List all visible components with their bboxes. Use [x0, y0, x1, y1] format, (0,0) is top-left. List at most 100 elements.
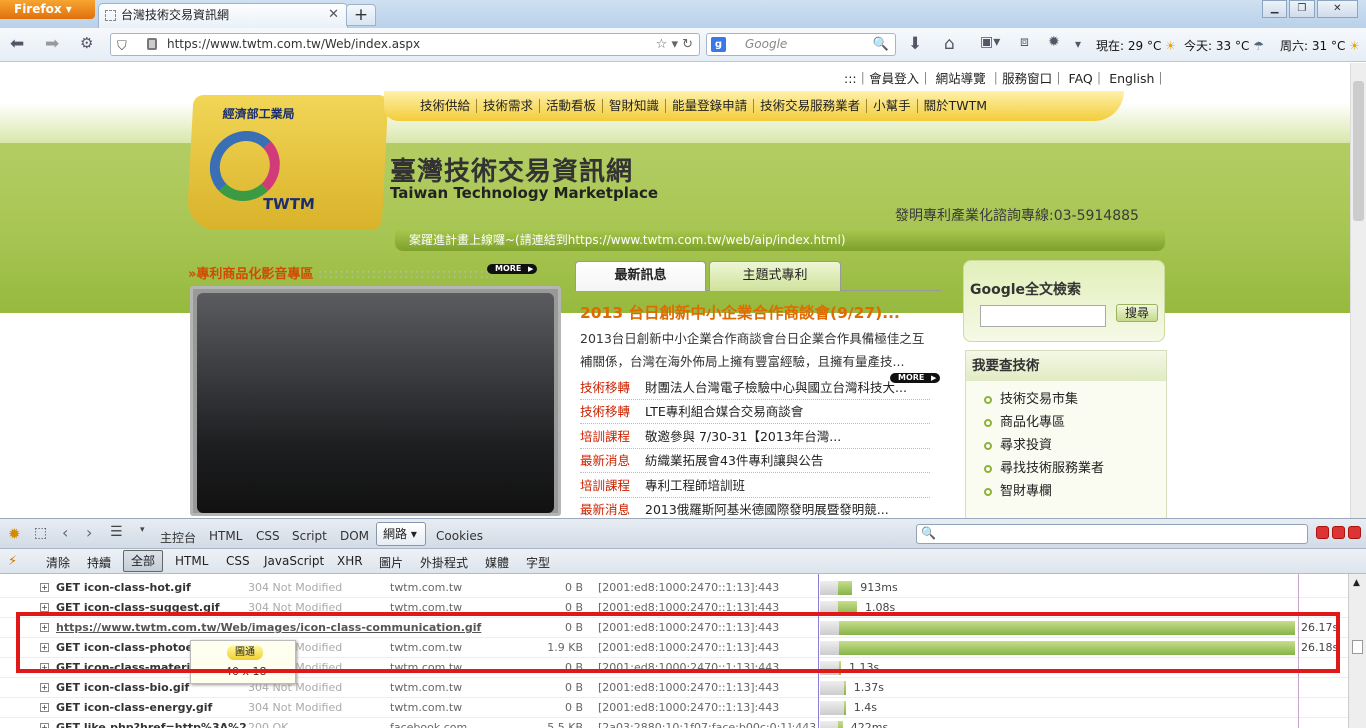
- google-search-button[interactable]: 搜尋: [1116, 304, 1158, 322]
- screenshot-icon[interactable]: ⧈: [1020, 34, 1029, 50]
- find-tech-item[interactable]: 商品化專區: [984, 411, 1065, 430]
- news-item[interactable]: 培訓課程 敬邀參與 7/30-31【2013年台灣...: [580, 425, 930, 449]
- find-tech-item[interactable]: 智財專欄: [984, 480, 1052, 499]
- menu-item[interactable]: 智財知識: [603, 99, 667, 113]
- filter-media[interactable]: 媒體: [485, 554, 509, 571]
- search-magnifier-icon[interactable]: 🔍: [873, 34, 889, 55]
- menu-item[interactable]: 技術交易服務業者: [754, 99, 868, 113]
- expand-row-icon[interactable]: +: [40, 683, 49, 692]
- net-request-row[interactable]: + GET icon-class-hot.gif 304 Not Modified t…: [0, 578, 1348, 598]
- request-url[interactable]: GET icon-class-energy.gif: [56, 698, 212, 718]
- news-item[interactable]: 技術移轉 財團法人台灣電子檢驗中心與國立台灣科技大...: [580, 376, 930, 400]
- firebug-close-button[interactable]: [1348, 526, 1361, 539]
- firebug-detach-button[interactable]: [1332, 526, 1345, 539]
- filter-persist[interactable]: 持續: [87, 554, 111, 571]
- filter-css[interactable]: CSS: [226, 554, 250, 568]
- shield-icon[interactable]: ⛉: [117, 36, 127, 57]
- weather-saturday[interactable]: 周六: 31 °C ☀: [1280, 37, 1360, 54]
- forward-arrow-icon[interactable]: ➡: [45, 34, 59, 54]
- net-request-row[interactable]: + GET like.php?href=http%3A%2 200 OK facebo…: [0, 718, 1348, 728]
- xhr-icon[interactable]: ⚡: [8, 554, 17, 569]
- filter-javascript[interactable]: JavaScript: [264, 554, 324, 568]
- menu-item[interactable]: 活動看板: [540, 99, 604, 113]
- panel-script[interactable]: Script: [292, 529, 327, 543]
- firebug-bug-icon[interactable]: ✹: [8, 525, 21, 543]
- browser-tab[interactable]: 台灣技術交易資訊網 ✕: [98, 3, 348, 29]
- panel-net[interactable]: 網路 ▾: [376, 522, 426, 546]
- back-arrow-icon[interactable]: ⬅: [10, 34, 24, 54]
- minimize-button[interactable]: ▁: [1262, 0, 1288, 18]
- net-scrollbar[interactable]: ▲: [1348, 574, 1366, 728]
- addon-dropdown-icon[interactable]: ▾: [1075, 37, 1081, 51]
- marquee-notice[interactable]: 案躍進計畫上線囉~(請連結到https://www.twtm.com.tw/we…: [395, 230, 1165, 251]
- url-bar[interactable]: ⛉ https://www.twtm.com.tw/Web/index.aspx…: [110, 33, 700, 56]
- filter-html[interactable]: HTML: [175, 554, 208, 568]
- expand-row-icon[interactable]: +: [40, 703, 49, 712]
- filter-fonts[interactable]: 字型: [526, 554, 550, 571]
- search-bar[interactable]: g Google 🔍: [706, 33, 896, 56]
- page-scrollbar[interactable]: [1350, 63, 1366, 518]
- top-links[interactable]: :::｜會員登入｜ 網站導覽 ｜服務窗口｜ FAQ｜ English｜: [844, 68, 1167, 87]
- request-url[interactable]: GET icon-class-bio.gif: [56, 678, 189, 698]
- firebug-search-input[interactable]: 🔍: [916, 524, 1308, 544]
- panel-forward-icon[interactable]: ›: [86, 523, 92, 542]
- filter-all[interactable]: 全部: [123, 550, 163, 572]
- weather-now[interactable]: 現在: 29 °C ☀: [1096, 37, 1176, 54]
- twtm-logo[interactable]: 經濟部工業局 TWTM: [186, 95, 389, 230]
- weather-today[interactable]: 今天: 33 °C ☂: [1184, 37, 1264, 54]
- menu-item[interactable]: 小幫手: [867, 99, 918, 113]
- bookmarks-icon[interactable]: ▣▾: [980, 34, 1000, 50]
- bookmark-star-reload-icon[interactable]: ☆ ▾ ↻: [656, 34, 693, 55]
- expand-row-icon[interactable]: +: [40, 603, 49, 612]
- scroll-thumb[interactable]: [1352, 640, 1363, 654]
- net-request-row[interactable]: + GET icon-class-energy.gif 304 Not Modifi…: [0, 698, 1348, 718]
- panel-menu-dropdown-icon[interactable]: ▾: [140, 525, 145, 535]
- find-tech-item[interactable]: 尋求投資: [984, 434, 1052, 453]
- panel-dom[interactable]: DOM: [340, 529, 369, 543]
- panel-cookies[interactable]: Cookies: [436, 529, 483, 543]
- download-icon[interactable]: ⬇: [908, 34, 922, 54]
- maximize-button[interactable]: ❐: [1289, 0, 1315, 18]
- close-tab-icon[interactable]: ✕: [328, 4, 339, 26]
- request-url[interactable]: GET icon-class-hot.gif: [56, 578, 191, 598]
- news-item[interactable]: 最新消息 紡織業拓展會43件專利讓與公告: [580, 449, 930, 473]
- menu-item[interactable]: 能量登錄申請: [666, 99, 755, 113]
- find-tech-item[interactable]: 尋找技術服務業者: [984, 457, 1104, 476]
- expand-row-icon[interactable]: +: [40, 583, 49, 592]
- news-item[interactable]: 培訓課程 專利工程師培訓班: [580, 474, 930, 498]
- news-more-button[interactable]: MORE: [890, 373, 941, 383]
- panel-console[interactable]: 主控台: [160, 529, 196, 546]
- google-engine-icon[interactable]: g: [711, 37, 726, 52]
- panel-css[interactable]: CSS: [256, 529, 280, 543]
- firebug-minimize-button[interactable]: [1316, 526, 1329, 539]
- filter-clear[interactable]: 清除: [46, 554, 70, 571]
- scroll-up-icon[interactable]: ▲: [1353, 578, 1360, 588]
- home-icon[interactable]: ⌂: [944, 34, 955, 54]
- request-url[interactable]: GET like.php?href=http%3A%2: [56, 718, 247, 728]
- firefox-menu-button[interactable]: Firefox ▾: [0, 0, 95, 19]
- find-tech-item[interactable]: 技術交易市集: [984, 388, 1078, 407]
- tab-topic-patents[interactable]: 主題式專利: [709, 261, 841, 291]
- filter-images[interactable]: 圖片: [379, 554, 403, 571]
- filter-plugins[interactable]: 外掛程式: [420, 554, 468, 571]
- new-tab-button[interactable]: +: [346, 4, 376, 26]
- panel-html[interactable]: HTML: [209, 529, 242, 543]
- panel-list-icon[interactable]: ☰: [110, 524, 123, 540]
- google-search-input[interactable]: [980, 305, 1106, 327]
- news-item[interactable]: 最新消息 2013俄羅斯阿基米德國際發明展暨發明競...: [580, 498, 930, 518]
- news-item[interactable]: 技術移轉 LTE專利組合媒合交易商談會: [580, 400, 930, 424]
- expand-row-icon[interactable]: +: [40, 723, 49, 728]
- menu-item[interactable]: 技術供給: [414, 99, 478, 113]
- video-more-button[interactable]: MORE: [487, 264, 538, 274]
- panel-back-icon[interactable]: ‹: [62, 523, 68, 542]
- firebug-icon[interactable]: ✹: [1048, 34, 1060, 50]
- menu-item[interactable]: 技術需求: [477, 99, 541, 113]
- filter-xhr[interactable]: XHR: [337, 554, 363, 568]
- tab-latest-news[interactable]: 最新訊息: [575, 261, 706, 291]
- video-player[interactable]: [190, 286, 561, 516]
- close-window-button[interactable]: ✕: [1316, 0, 1359, 18]
- news-headline[interactable]: 2013 台日創新中小企業合作商談會(9/27)...: [580, 301, 900, 323]
- inspect-icon[interactable]: ⬚: [34, 525, 47, 541]
- site-identity-icon[interactable]: ⚙: [80, 34, 93, 52]
- menu-item[interactable]: 關於TWTM: [918, 99, 993, 113]
